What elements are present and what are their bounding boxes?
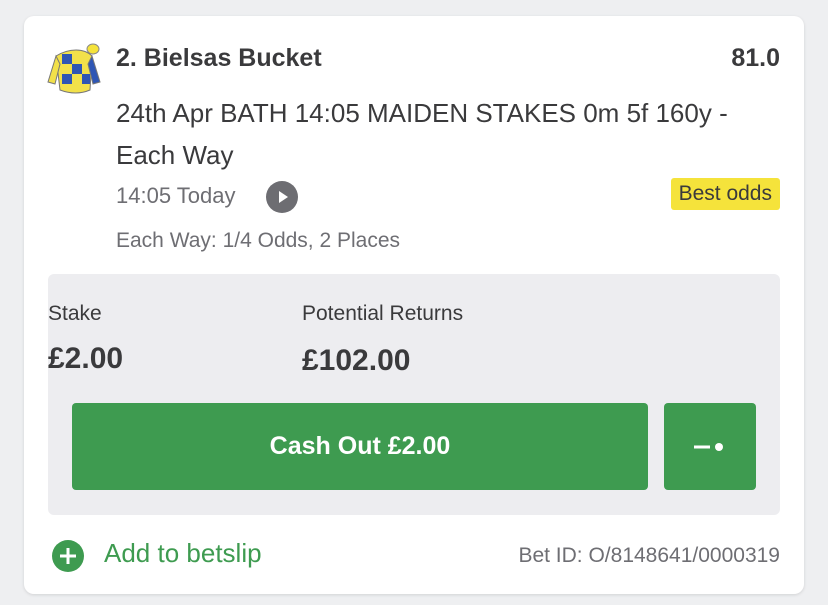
jockey-silks-icon: [47, 43, 101, 94]
market-line-1: 24th Apr BATH 14:05 MAIDEN STAKES 0m 5f …: [116, 98, 728, 128]
cash-out-button[interactable]: Cash Out £2.00: [72, 403, 648, 490]
partial-cashout-button[interactable]: [664, 403, 756, 490]
play-button[interactable]: [266, 181, 298, 213]
bet-id: Bet ID: O/8148641/0000319: [518, 544, 780, 567]
market-line-2: Each Way: [116, 140, 234, 170]
stake-label: Stake: [48, 302, 102, 325]
each-way-terms: Each Way: 1/4 Odds, 2 Places: [116, 229, 401, 252]
partial-cashout-icon: [694, 442, 723, 451]
plus-circle-icon[interactable]: [52, 540, 84, 572]
play-icon: [279, 191, 288, 203]
stake-value: £2.00: [48, 342, 124, 375]
selection-name: 2. Bielsas Bucket: [116, 44, 322, 72]
race-time: 14:05 Today: [116, 183, 236, 208]
returns-value: £102.00: [302, 344, 411, 377]
best-odds-badge: Best odds: [670, 178, 780, 210]
odds-value: 81.0: [731, 44, 780, 72]
market-description: 24th Apr BATH 14:05 MAIDEN STAKES 0m 5f …: [116, 92, 776, 176]
cash-out-label: Cash Out £2.00: [269, 432, 451, 460]
bet-card: 2. Bielsas Bucket 81.0 24th Apr BATH 14:…: [24, 16, 804, 594]
add-to-betslip-link[interactable]: Add to betslip: [104, 538, 262, 569]
returns-label: Potential Returns: [302, 302, 464, 325]
